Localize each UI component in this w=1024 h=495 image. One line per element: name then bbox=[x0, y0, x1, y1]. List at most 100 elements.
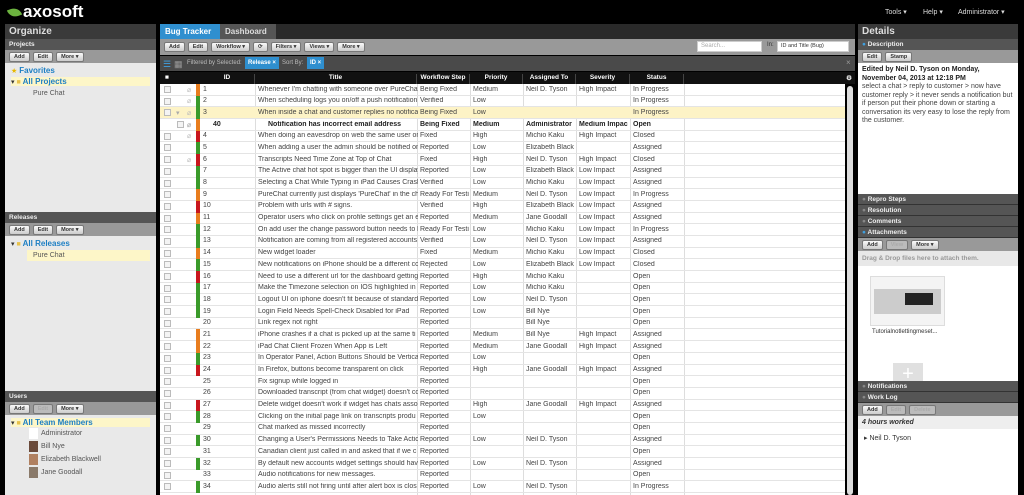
row-checkbox[interactable] bbox=[164, 249, 171, 257]
row-checkbox[interactable] bbox=[164, 226, 171, 234]
select-all-checkbox[interactable]: ■ bbox=[163, 74, 171, 84]
all-projects-item[interactable]: ▾ ■ All Projects bbox=[11, 77, 150, 86]
edit-project-button[interactable]: Edit bbox=[32, 51, 54, 62]
worklog-add-button[interactable]: Add bbox=[862, 404, 883, 415]
edit-user-button[interactable]: Edit bbox=[32, 403, 54, 414]
attachments-area[interactable]: Drag & Drop files here to attach them. T… bbox=[858, 251, 1018, 381]
table-row[interactable]: ▾ ⌀ 3 When inside a chat and customer repli… bbox=[160, 107, 845, 120]
table-row[interactable]: ⌀ 40 Notification has incorrect email addr… bbox=[160, 119, 845, 131]
row-checkbox[interactable] bbox=[164, 471, 171, 479]
table-row[interactable]: 9 PureChat currently just displays 'PureC… bbox=[160, 189, 845, 201]
col-severity[interactable]: Severity bbox=[576, 74, 630, 84]
description-section[interactable]: ● Description bbox=[858, 39, 1018, 50]
row-checkbox[interactable] bbox=[164, 156, 171, 164]
row-checkbox[interactable] bbox=[164, 424, 171, 432]
table-row[interactable]: 24 In Firefox, buttons become transparent… bbox=[160, 364, 845, 377]
add-user-button[interactable]: Add bbox=[9, 403, 30, 414]
row-checkbox[interactable] bbox=[164, 202, 171, 210]
menu-tools[interactable]: Tools ▾ bbox=[885, 8, 907, 16]
more-project-button[interactable]: More ▾ bbox=[56, 51, 84, 62]
grid-scrollbar[interactable] bbox=[847, 86, 853, 495]
edit-release-button[interactable]: Edit bbox=[32, 224, 54, 235]
all-releases-item[interactable]: ▾ ■ All Releases bbox=[11, 239, 150, 248]
row-checkbox[interactable] bbox=[164, 354, 171, 362]
table-row[interactable]: 18 Logout UI on iphone doesn't fit becaus… bbox=[160, 294, 845, 307]
more-button[interactable]: More ▾ bbox=[337, 42, 365, 52]
attach-add-button[interactable]: Add bbox=[862, 239, 883, 250]
attachment-name[interactable]: Tutorialnotlettingmeset... bbox=[872, 329, 937, 335]
table-row[interactable]: ⌀ 2 When scheduling logs you on/off a push… bbox=[160, 95, 845, 108]
row-checkbox[interactable] bbox=[164, 448, 171, 456]
table-row[interactable]: ⌀ 4 When doing an eavesdrop on web the sam… bbox=[160, 130, 845, 143]
row-checkbox[interactable] bbox=[164, 144, 171, 152]
col-status[interactable]: Status bbox=[630, 74, 684, 84]
expand-toggle-icon[interactable]: ▾ bbox=[176, 109, 180, 117]
table-row[interactable]: 22 iPad Chat Client Frozen When App is Le… bbox=[160, 341, 845, 353]
table-row[interactable]: 20 Link regex not right Reported Bill Nye Op… bbox=[160, 318, 845, 330]
search-scope-select[interactable]: ID and Title (Bug) bbox=[777, 41, 849, 52]
worklog-entry[interactable]: ▸ Neil D. Tyson bbox=[858, 429, 1018, 447]
row-checkbox[interactable] bbox=[164, 97, 171, 105]
table-row[interactable]: 19 Login Field Needs Spell-Check Disabled… bbox=[160, 306, 845, 318]
section-notifications[interactable]: ● Notifications bbox=[858, 381, 1018, 392]
attach-view-button[interactable]: View bbox=[885, 239, 909, 250]
row-checkbox[interactable] bbox=[164, 436, 171, 444]
row-checkbox[interactable] bbox=[164, 343, 171, 351]
search-input[interactable]: Search... bbox=[697, 41, 762, 52]
sort-chip[interactable]: ID × bbox=[307, 57, 325, 69]
table-row[interactable]: 34 Audio alerts still not firing until af… bbox=[160, 481, 845, 494]
stamp-button[interactable]: Stamp bbox=[885, 51, 913, 62]
row-checkbox[interactable] bbox=[164, 483, 171, 491]
close-icon[interactable]: × bbox=[846, 58, 851, 67]
all-team-members-item[interactable]: ▾ ■ All Team Members bbox=[11, 418, 150, 427]
table-row[interactable]: 13 Notification are coming from all regis… bbox=[160, 235, 845, 248]
table-row[interactable]: 26 Downloaded transcript (from chat widge… bbox=[160, 388, 845, 400]
table-row[interactable]: 32 By default new accounts widget setting… bbox=[160, 458, 845, 470]
refresh-button[interactable]: ⟳ bbox=[253, 42, 268, 52]
table-row[interactable]: 12 On add user the change password button… bbox=[160, 224, 845, 236]
release-filter-chip[interactable]: Release × bbox=[245, 57, 279, 69]
table-row[interactable]: 5 When adding a user the admin should be … bbox=[160, 142, 845, 155]
table-row[interactable]: 10 Problem with urls with # signs. Verifie… bbox=[160, 200, 845, 213]
table-row[interactable]: 17 Make the Timezone selection on IOS hig… bbox=[160, 282, 845, 295]
add-button[interactable]: Add bbox=[164, 42, 185, 52]
project-pure-chat[interactable]: Pure Chat bbox=[11, 86, 150, 101]
menu-administrator[interactable]: Administrator ▾ bbox=[958, 8, 1005, 16]
worklog-delete-button[interactable]: Delete bbox=[909, 404, 936, 415]
table-row[interactable]: 33 Audio notifications for new messages. R… bbox=[160, 470, 845, 482]
user-item[interactable]: Jane Goodall bbox=[11, 466, 150, 479]
row-checkbox[interactable] bbox=[164, 413, 171, 421]
favorites-item[interactable]: ★ Favorites bbox=[11, 66, 150, 75]
tab-dashboard[interactable]: Dashboard bbox=[220, 24, 276, 39]
table-row[interactable]: 8 Selecting a Chat While Typing in iPad C… bbox=[160, 177, 845, 190]
table-row[interactable]: 25 Fix signup while logged in Reported Open bbox=[160, 376, 845, 388]
table-row[interactable]: 11 Operator users who click on profile se… bbox=[160, 212, 845, 225]
filters-button[interactable]: Filters ▾ bbox=[270, 42, 302, 52]
col-id[interactable]: ID bbox=[200, 74, 255, 84]
add-release-button[interactable]: Add bbox=[9, 224, 30, 235]
user-item[interactable]: Administrator bbox=[11, 427, 150, 440]
row-checkbox[interactable] bbox=[164, 167, 171, 175]
row-checkbox[interactable] bbox=[164, 132, 171, 140]
row-checkbox[interactable] bbox=[164, 284, 171, 292]
edit-button[interactable]: Edit bbox=[187, 42, 209, 52]
row-checkbox[interactable] bbox=[164, 401, 171, 409]
row-checkbox[interactable] bbox=[164, 319, 171, 327]
more-release-button[interactable]: More ▾ bbox=[56, 224, 84, 235]
row-checkbox[interactable] bbox=[164, 191, 171, 199]
row-checkbox[interactable] bbox=[164, 296, 171, 304]
col-workflow-step[interactable]: Workflow Step bbox=[417, 74, 470, 84]
row-checkbox[interactable] bbox=[164, 273, 171, 280]
menu-help[interactable]: Help ▾ bbox=[923, 8, 943, 16]
table-row[interactable]: ⌀ 1 Whenever I'm chatting with someone ove… bbox=[160, 84, 845, 96]
row-checkbox[interactable] bbox=[164, 366, 171, 374]
table-row[interactable]: 7 The Active chat hot spot is bigger than… bbox=[160, 165, 845, 178]
section-resolution[interactable]: ● Resolution bbox=[858, 205, 1018, 216]
workflow-button[interactable]: Workflow ▾ bbox=[211, 42, 251, 52]
release-pure-chat[interactable]: Pure Chat bbox=[27, 250, 150, 261]
user-item[interactable]: Elizabeth Blackwell bbox=[11, 453, 150, 466]
table-row[interactable]: 21 iPhone crashes if a chat is picked up … bbox=[160, 329, 845, 342]
col-priority[interactable]: Priority bbox=[470, 74, 523, 84]
list-view-icon[interactable]: ☰ bbox=[163, 59, 171, 70]
row-checkbox[interactable] bbox=[164, 237, 171, 245]
